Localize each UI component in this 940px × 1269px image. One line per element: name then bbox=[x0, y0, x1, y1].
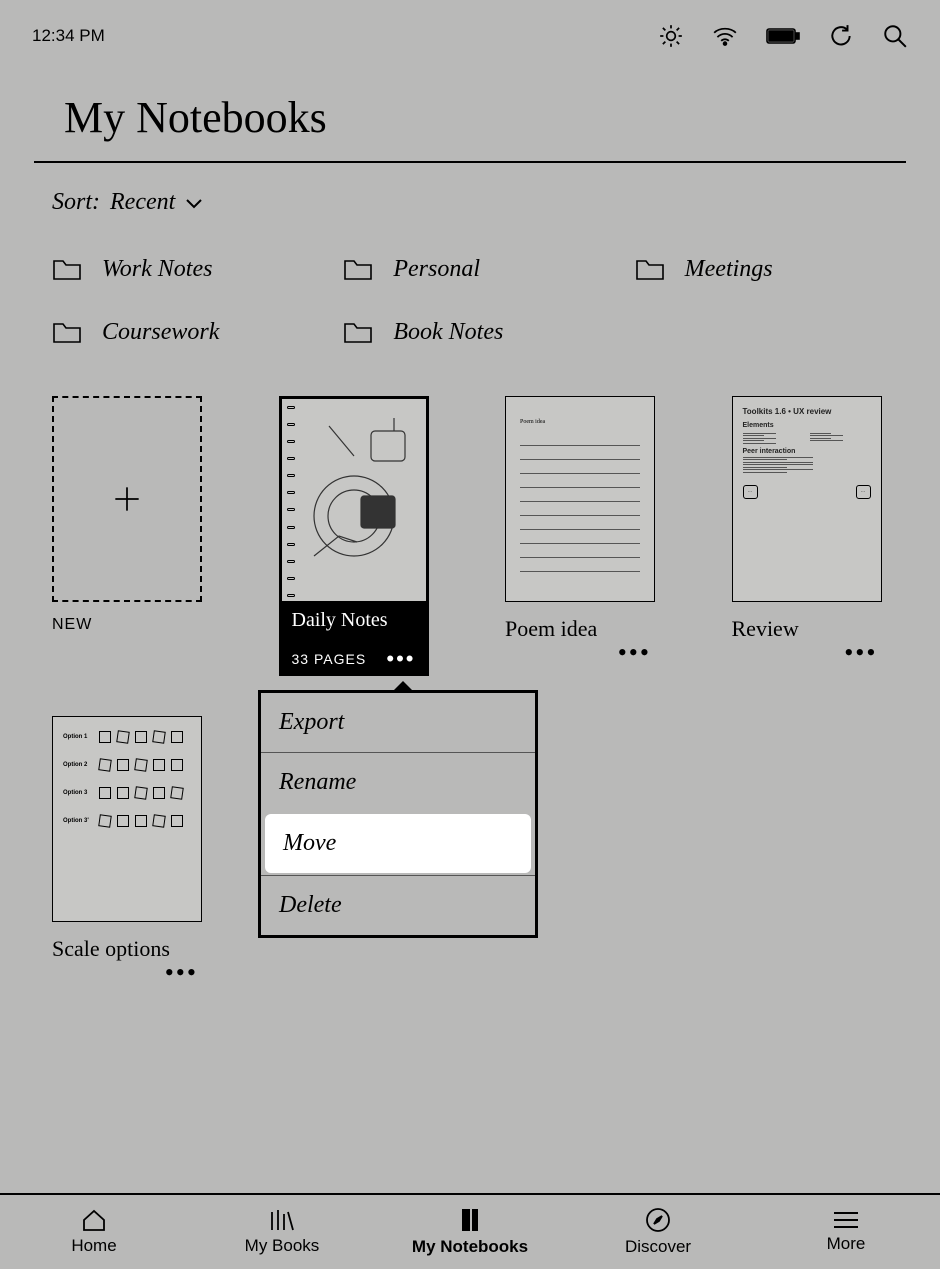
notebook-tile-review[interactable]: Toolkits 1.6 • UX review Elements Peer i… bbox=[732, 396, 882, 676]
folder-label: Work Notes bbox=[102, 256, 212, 283]
context-menu: Export Rename Move Delete bbox=[258, 690, 538, 938]
sketch-preview bbox=[285, 402, 423, 601]
folder-icon bbox=[343, 258, 373, 282]
selected-panel: Daily Notes 33 PAGES ••• bbox=[282, 601, 426, 673]
menu-item-rename[interactable]: Rename bbox=[261, 752, 535, 812]
compass-icon bbox=[645, 1207, 671, 1233]
divider bbox=[34, 161, 906, 163]
menu-item-move[interactable]: Move bbox=[265, 814, 531, 873]
sort-control[interactable]: Sort: Recent bbox=[34, 189, 906, 216]
notebook-tile-scale[interactable]: Option 1 Option 2 Option 3 Option 3' Sca… bbox=[52, 716, 202, 986]
folder-label: Book Notes bbox=[393, 319, 503, 346]
thumb-heading: Toolkits 1.6 • UX review bbox=[743, 407, 871, 416]
status-icons bbox=[658, 23, 908, 49]
nav-my-notebooks[interactable]: My Notebooks bbox=[376, 1195, 564, 1269]
brightness-icon[interactable] bbox=[658, 23, 684, 49]
notebook-tile-poem[interactable]: Poem idea Poem idea ••• bbox=[505, 396, 655, 676]
thumb-sec1: Elements bbox=[743, 422, 871, 429]
plus-icon bbox=[113, 485, 141, 513]
pages-count: 33 PAGES bbox=[292, 651, 367, 667]
scale-preview: Option 1 Option 2 Option 3 Option 3' bbox=[63, 731, 191, 843]
nav-label: Home bbox=[71, 1236, 116, 1256]
more-icon[interactable]: ••• bbox=[165, 958, 198, 987]
folder-icon bbox=[52, 321, 82, 345]
menu-item-delete[interactable]: Delete bbox=[261, 875, 535, 935]
nav-label: My Notebooks bbox=[412, 1237, 528, 1257]
notebook-title: Daily Notes bbox=[292, 609, 416, 632]
more-icon[interactable]: ••• bbox=[618, 638, 651, 667]
chevron-down-icon bbox=[185, 197, 203, 209]
new-notebook-thumb[interactable] bbox=[52, 396, 202, 602]
home-icon bbox=[81, 1208, 107, 1232]
folder-icon bbox=[52, 258, 82, 282]
folder-personal[interactable]: Personal bbox=[343, 256, 614, 283]
lined-preview: Poem idea bbox=[520, 419, 640, 572]
folder-label: Meetings bbox=[685, 256, 773, 283]
folder-book-notes[interactable]: Book Notes bbox=[343, 319, 614, 346]
notebook-thumb[interactable]: Toolkits 1.6 • UX review Elements Peer i… bbox=[732, 396, 882, 602]
thumb-sec2: Peer interaction bbox=[743, 448, 871, 455]
nav-label: Discover bbox=[625, 1237, 691, 1257]
notebook-thumb[interactable]: Poem idea bbox=[505, 396, 655, 602]
books-icon bbox=[267, 1208, 297, 1232]
more-icon[interactable]: ••• bbox=[844, 638, 877, 667]
nav-my-books[interactable]: My Books bbox=[188, 1195, 376, 1269]
folder-icon bbox=[343, 321, 373, 345]
menu-item-export[interactable]: Export bbox=[261, 693, 535, 752]
bottom-nav: Home My Books My Notebooks Discover More bbox=[0, 1193, 940, 1269]
menu-icon bbox=[832, 1210, 860, 1230]
nav-home[interactable]: Home bbox=[0, 1195, 188, 1269]
page-title: My Notebooks bbox=[34, 92, 906, 143]
notebook-icon bbox=[458, 1207, 482, 1233]
thumb-caption: Poem idea bbox=[520, 419, 640, 425]
folders-grid: Work Notes Personal Meetings Coursework … bbox=[34, 256, 906, 346]
nav-more[interactable]: More bbox=[752, 1195, 940, 1269]
sync-icon[interactable] bbox=[828, 23, 854, 49]
sort-prefix: Sort: bbox=[52, 189, 100, 216]
folder-work-notes[interactable]: Work Notes bbox=[52, 256, 323, 283]
battery-icon[interactable] bbox=[766, 27, 800, 45]
nav-discover[interactable]: Discover bbox=[564, 1195, 752, 1269]
nav-label: My Books bbox=[245, 1236, 320, 1256]
folder-label: Coursework bbox=[102, 319, 219, 346]
sort-value: Recent bbox=[110, 189, 175, 216]
folder-meetings[interactable]: Meetings bbox=[635, 256, 906, 283]
folder-coursework[interactable]: Coursework bbox=[52, 319, 323, 346]
new-label: NEW bbox=[52, 616, 202, 634]
wifi-icon[interactable] bbox=[712, 26, 738, 46]
status-time: 12:34 PM bbox=[32, 26, 105, 46]
status-bar: 12:34 PM bbox=[0, 0, 940, 60]
new-notebook-tile[interactable]: NEW bbox=[52, 396, 202, 676]
review-preview: Toolkits 1.6 • UX review Elements Peer i… bbox=[743, 407, 871, 499]
folder-icon bbox=[635, 258, 665, 282]
notebook-thumb[interactable]: Option 1 Option 2 Option 3 Option 3' bbox=[52, 716, 202, 922]
nav-label: More bbox=[827, 1234, 866, 1254]
search-icon[interactable] bbox=[882, 23, 908, 49]
notebook-tile-daily[interactable]: Daily Notes 33 PAGES ••• bbox=[279, 396, 429, 676]
folder-label: Personal bbox=[393, 256, 480, 283]
notebook-thumb[interactable]: Daily Notes 33 PAGES ••• bbox=[279, 396, 429, 676]
